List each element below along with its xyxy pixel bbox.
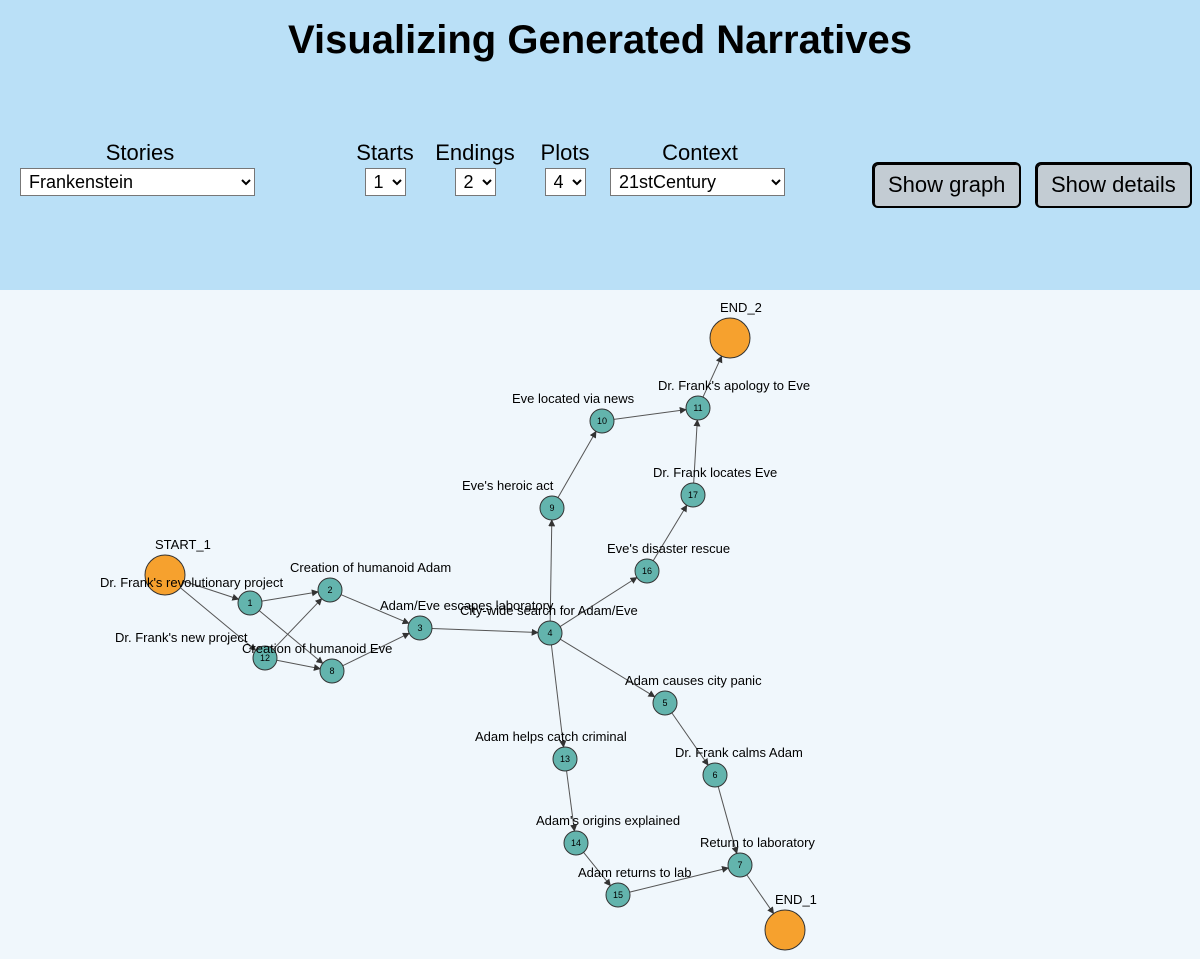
graph-edge xyxy=(560,639,654,697)
plot-node[interactable]: 17 Dr. Frank locates Eve xyxy=(653,465,777,507)
plot-node-id: 17 xyxy=(688,490,698,500)
plot-node-label: Adam returns to lab xyxy=(578,865,691,880)
plot-node-id: 16 xyxy=(642,566,652,576)
stories-select[interactable]: Frankenstein xyxy=(20,168,255,196)
plot-node[interactable]: 16 Eve's disaster rescue xyxy=(607,541,730,583)
plots-label: Plots xyxy=(530,140,600,166)
plot-node-id: 10 xyxy=(597,416,607,426)
starts-group: Starts 1 xyxy=(350,140,420,196)
plot-node-id: 1 xyxy=(247,598,252,608)
page-title: Visualizing Generated Narratives xyxy=(0,0,1200,63)
starts-label: Starts xyxy=(350,140,420,166)
plot-node-label: Adam helps catch criminal xyxy=(475,729,627,744)
narrative-graph[interactable]: START_1 END_1 END_2 1 Dr. Frank's revolution… xyxy=(0,290,1200,959)
terminal-label: END_2 xyxy=(720,300,762,315)
plot-node[interactable]: 15 Adam returns to lab xyxy=(578,865,691,907)
stories-group: Stories Frankenstein xyxy=(20,140,260,196)
plot-node[interactable]: 9 Eve's heroic act xyxy=(462,478,564,520)
plot-node-label: Adam's origins explained xyxy=(536,813,680,828)
plot-node[interactable]: 13 Adam helps catch criminal xyxy=(475,729,627,771)
plot-node-label: Dr. Frank's new project xyxy=(115,630,248,645)
plot-node-id: 6 xyxy=(712,770,717,780)
plot-node[interactable]: 14 Adam's origins explained xyxy=(536,813,680,855)
plot-node[interactable]: 1 Dr. Frank's revolutionary project xyxy=(100,575,283,615)
graph-edge xyxy=(277,660,320,668)
plot-node-id: 7 xyxy=(737,860,742,870)
starts-select[interactable]: 1 xyxy=(365,168,406,196)
plot-node-label: Dr. Frank's revolutionary project xyxy=(100,575,283,590)
plots-select[interactable]: 4 xyxy=(545,168,586,196)
endings-group: Endings 2 xyxy=(430,140,520,196)
plot-node-id: 8 xyxy=(329,666,334,676)
plot-node-id: 5 xyxy=(662,698,667,708)
plots-group: Plots 4 xyxy=(530,140,600,196)
control-panel: Visualizing Generated Narratives Stories… xyxy=(0,0,1200,290)
endings-label: Endings xyxy=(430,140,520,166)
plot-node-label: Return to laboratory xyxy=(700,835,815,850)
terminal-label: END_1 xyxy=(775,892,817,907)
show-details-button[interactable]: Show details xyxy=(1035,162,1192,208)
plot-node-label: Dr. Frank calms Adam xyxy=(675,745,803,760)
plot-node-id: 3 xyxy=(417,623,422,633)
terminal-node[interactable]: END_1 xyxy=(765,892,817,950)
terminal-label: START_1 xyxy=(155,537,211,552)
plot-node-id: 15 xyxy=(613,890,623,900)
plot-node[interactable]: 6 Dr. Frank calms Adam xyxy=(675,745,803,787)
plot-node-id: 9 xyxy=(549,503,554,513)
graph-edge xyxy=(558,431,596,497)
plot-node[interactable]: 2 Creation of humanoid Adam xyxy=(290,560,451,602)
plot-node-id: 2 xyxy=(327,585,332,595)
endings-select[interactable]: 2 xyxy=(455,168,496,196)
terminal-node[interactable]: END_2 xyxy=(710,300,762,358)
plot-node[interactable]: 11 Dr. Frank's apology to Eve xyxy=(658,378,810,420)
graph-edge xyxy=(747,875,774,914)
plot-node-id: 14 xyxy=(571,838,581,848)
show-graph-button[interactable]: Show graph xyxy=(872,162,1021,208)
plot-node-label: Adam causes city panic xyxy=(625,673,762,688)
graph-canvas[interactable]: START_1 END_1 END_2 1 Dr. Frank's revolution… xyxy=(0,290,1200,959)
plot-node[interactable]: 5 Adam causes city panic xyxy=(625,673,762,715)
context-group: Context 21stCentury xyxy=(610,140,790,196)
graph-edge xyxy=(262,592,318,601)
plot-node[interactable]: 4 City-wide search for Adam/Eve xyxy=(460,603,638,645)
plot-node-id: 4 xyxy=(547,628,552,638)
plot-node-label: Dr. Frank locates Eve xyxy=(653,465,777,480)
context-select[interactable]: 21stCentury xyxy=(610,168,785,196)
plot-node-label: City-wide search for Adam/Eve xyxy=(460,603,638,618)
plot-node-label: Eve located via news xyxy=(512,391,635,406)
plot-node-label: Creation of humanoid Adam xyxy=(290,560,451,575)
plot-node-id: 13 xyxy=(560,754,570,764)
context-label: Context xyxy=(610,140,790,166)
plot-node-id: 11 xyxy=(693,403,702,413)
plot-node-label: Creation of humanoid Eve xyxy=(242,641,392,656)
plot-node-label: Eve's disaster rescue xyxy=(607,541,730,556)
graph-edge xyxy=(560,577,637,626)
plot-node[interactable]: 10 Eve located via news xyxy=(512,391,635,433)
plot-node-label: Eve's heroic act xyxy=(462,478,554,493)
graph-edge xyxy=(614,410,686,420)
graph-edge xyxy=(432,628,538,632)
stories-label: Stories xyxy=(20,140,260,166)
plot-node-label: Dr. Frank's apology to Eve xyxy=(658,378,810,393)
